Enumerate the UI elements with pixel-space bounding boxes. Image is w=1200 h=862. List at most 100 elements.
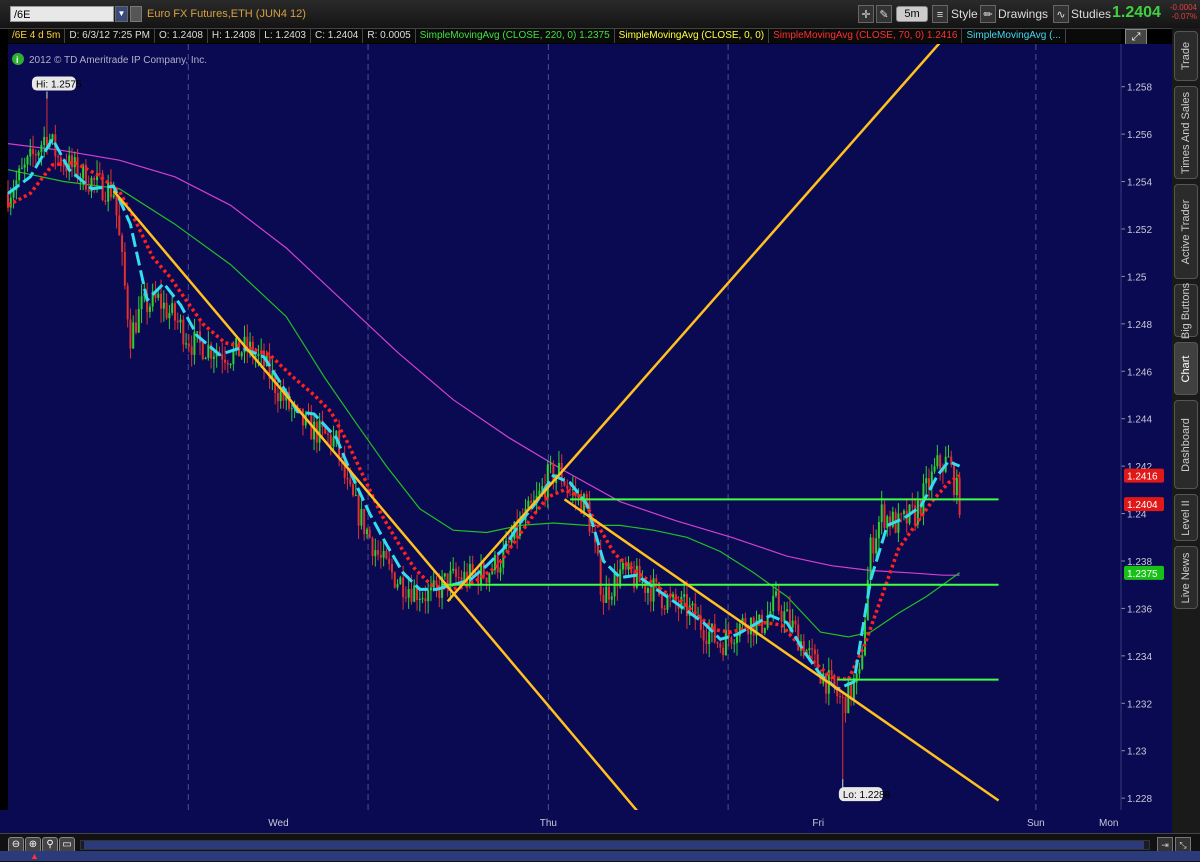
- study-sma70[interactable]: SimpleMovingAvg (CLOSE, 70, 0) 1.2416: [769, 29, 963, 43]
- candle-body: [457, 576, 460, 578]
- candle-body: [780, 610, 783, 622]
- candle-body: [385, 551, 388, 559]
- tray-icon: ▭: [62, 839, 72, 850]
- studies-button[interactable]: Studies: [1071, 5, 1111, 23]
- candle-body: [62, 165, 65, 167]
- candle-body: [37, 152, 40, 156]
- sidebar-tab-label: Times And Sales: [1180, 91, 1192, 174]
- candle-body: [43, 136, 46, 146]
- candle-body: [126, 285, 129, 320]
- candle-body: [883, 504, 886, 529]
- candle-body: [51, 134, 54, 140]
- drawings-button[interactable]: Drawings: [998, 5, 1048, 23]
- study-sma220[interactable]: SimpleMovingAvg (CLOSE, 220, 0) 1.2375: [416, 29, 615, 43]
- study-expand-button[interactable]: ⤢: [1125, 29, 1147, 45]
- sidebar-tab-label: Dashboard: [1180, 417, 1192, 472]
- price-change-percent: -0.07%: [1171, 12, 1197, 21]
- magnifier-icon: ⚲: [46, 839, 54, 850]
- candle-body: [774, 591, 777, 596]
- candle-body: [852, 682, 855, 700]
- candle-body: [621, 562, 624, 570]
- candle-body: [352, 484, 355, 496]
- candle-body: [32, 148, 35, 155]
- candle-body: [299, 407, 302, 409]
- candle-body: [897, 513, 900, 533]
- candle-body: [26, 156, 29, 165]
- chevron-down-icon: ▼: [117, 9, 126, 18]
- candle-body: [185, 343, 188, 345]
- timeframe-selector[interactable]: 5m: [896, 6, 928, 22]
- candle-body: [87, 189, 90, 192]
- sidebar-tab-level-ii[interactable]: Level II: [1174, 494, 1198, 541]
- time-scrollbar-thumb[interactable]: [84, 841, 1144, 849]
- candle-body: [421, 598, 424, 600]
- sidebar-tab-label: Chart: [1180, 355, 1192, 382]
- candle-body: [855, 673, 858, 683]
- candle-body: [368, 529, 371, 538]
- style-icon-button[interactable]: ≡: [932, 5, 948, 23]
- symbol-input[interactable]: /6E: [10, 6, 114, 22]
- settings-tool-button[interactable]: ✎: [876, 5, 892, 23]
- candle-body: [813, 649, 816, 655]
- study-sma-short[interactable]: SimpleMovingAvg (...: [962, 29, 1066, 43]
- candle-body: [736, 636, 739, 644]
- symbol-link-button[interactable]: [130, 6, 142, 22]
- plot-area: [8, 44, 1121, 810]
- candle-body: [404, 597, 407, 599]
- study-sma0[interactable]: SimpleMovingAvg (CLOSE, 0, 0): [615, 29, 770, 43]
- sidebar-tab-live-news[interactable]: Live News: [1174, 546, 1198, 609]
- candle-body: [844, 696, 847, 714]
- candle-body: [496, 554, 499, 573]
- candle-body: [29, 148, 32, 157]
- price-tick-label: 1.258: [1127, 83, 1152, 94]
- candle-body: [683, 594, 686, 597]
- candle-body: [783, 611, 786, 622]
- candle-body: [791, 620, 794, 628]
- candle-body: [115, 194, 118, 216]
- studies-icon-button[interactable]: ∿: [1053, 5, 1069, 23]
- bar-close: C: 1.2404: [311, 29, 364, 43]
- style-button[interactable]: Style: [951, 5, 978, 23]
- symbol-dropdown-button[interactable]: ▼: [115, 6, 128, 22]
- candle-body: [365, 529, 368, 535]
- candle-body: [140, 296, 143, 310]
- sidebar-tab-big-buttons[interactable]: Big Buttons: [1174, 282, 1198, 339]
- drawings-icon-button[interactable]: ✏: [980, 5, 996, 23]
- sidebar-tab-times-and-sales[interactable]: Times And Sales: [1174, 86, 1198, 179]
- candle-body: [563, 481, 566, 486]
- expand-icon: ⤢: [1131, 31, 1141, 43]
- expand-arrows-icon: ⤡: [1179, 840, 1187, 850]
- status-strip: ▲: [0, 851, 1200, 861]
- wrench-icon: ✎: [879, 9, 889, 21]
- sidebar-tab-active-trader[interactable]: Active Trader: [1174, 184, 1198, 279]
- candle-body: [900, 513, 903, 515]
- study-sma70-label: SimpleMovingAvg (CLOSE, 70, 0): [773, 30, 925, 41]
- copyright-text: 2012 © TD Ameritrade IP Company, Inc.: [29, 55, 207, 66]
- candle-body: [955, 477, 958, 496]
- price-chart[interactable]: 1.258 1.256 1.254 1.252 1.25 1.248 1.246 1.244 1…: [0, 44, 1172, 833]
- sidebar-tab-chart[interactable]: Chart: [1174, 342, 1198, 395]
- candle-body: [646, 588, 649, 593]
- candle-body: [880, 504, 883, 522]
- candle-body: [758, 614, 761, 621]
- study-sma70-value: 1.2416: [926, 30, 958, 41]
- candle-body: [329, 434, 332, 447]
- candle-body: [875, 538, 878, 554]
- crosshair-icon: ✛: [861, 9, 871, 21]
- candle-body: [40, 145, 43, 153]
- candle-body: [763, 627, 766, 633]
- crosshair-tool-button[interactable]: ✛: [858, 5, 874, 23]
- candle-body: [182, 319, 185, 345]
- candle-body: [660, 595, 663, 609]
- candle-body: [257, 353, 260, 357]
- price-tick-label: 1.232: [1127, 699, 1152, 710]
- chart-period[interactable]: /6E 4 d 5m: [8, 29, 66, 43]
- candle-body: [608, 586, 611, 600]
- sidebar-tab-trade[interactable]: Trade: [1174, 31, 1198, 81]
- candle-body: [402, 577, 405, 598]
- sidebar-tab-dashboard[interactable]: Dashboard: [1174, 400, 1198, 489]
- candle-body: [187, 343, 190, 347]
- candle-body: [173, 303, 176, 321]
- candle-body: [399, 577, 402, 585]
- candle-body: [872, 537, 875, 554]
